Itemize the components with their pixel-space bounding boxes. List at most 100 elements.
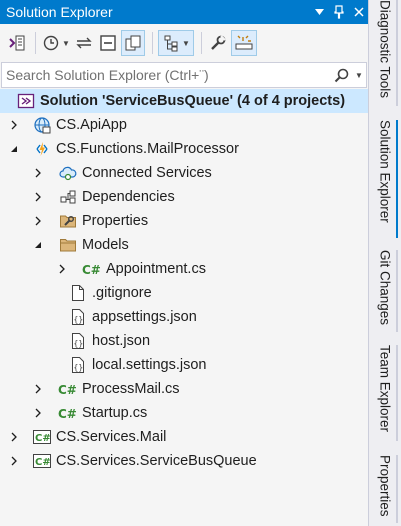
tree-item-cs-services-servicebusqueue[interactable]: C# CS.Services.ServiceBusQueue: [0, 449, 368, 473]
tab-git-changes[interactable]: Git Changes: [369, 250, 401, 332]
tab-label: Git Changes: [377, 250, 393, 326]
properties-wrench-icon[interactable]: [207, 30, 229, 56]
sync-with-active-document-icon[interactable]: [73, 30, 95, 56]
window-position-dropdown-icon[interactable]: [310, 0, 328, 24]
tree-item-startup-cs[interactable]: C# Startup.cs: [0, 401, 368, 425]
csharp-file-icon: C#: [58, 401, 78, 425]
csharp-file-icon: C#: [58, 377, 78, 401]
tree-item-label: CS.ApiApp: [56, 117, 127, 133]
search-box[interactable]: ▼: [1, 62, 367, 88]
dependencies-icon: [58, 185, 78, 209]
no-expander: [56, 329, 68, 353]
tree-item-label: Appointment.cs: [106, 261, 206, 277]
show-all-files-icon[interactable]: [121, 30, 145, 56]
expand-arrow-icon[interactable]: [8, 425, 20, 449]
azure-functions-bolt-icon: [32, 137, 52, 161]
expand-arrow-icon[interactable]: [32, 185, 44, 209]
visual-studio-solution-icon: [16, 89, 36, 113]
toolbar: ▼ ▼: [0, 24, 368, 62]
collapse-arrow-icon[interactable]: [8, 137, 20, 161]
pending-changes-filter-icon[interactable]: ▼: [41, 30, 71, 56]
folder-open-icon: [58, 233, 78, 257]
tree-item-label: local.settings.json: [92, 357, 207, 373]
tree-item-label: Solution 'ServiceBusQueue' (4 of 4 proje…: [40, 93, 346, 109]
tree-item-properties[interactable]: Properties: [0, 209, 368, 233]
tab-label: Team Explorer: [377, 345, 393, 433]
side-tool-tabs: Diagnostic Tools Solution Explorer Git C…: [369, 0, 401, 526]
tree-item-models[interactable]: Models: [0, 233, 368, 257]
tab-properties[interactable]: Properties: [369, 455, 401, 523]
tree-item-processmail-cs[interactable]: C# ProcessMail.cs: [0, 377, 368, 401]
tab-solution-explorer[interactable]: Solution Explorer: [369, 120, 401, 238]
search-icon[interactable]: [330, 68, 352, 83]
json-file-icon: {}: [68, 305, 88, 329]
web-project-globe-icon: [32, 113, 52, 137]
csharp-project-icon: C#: [32, 449, 52, 473]
svg-text:{}: {}: [74, 363, 84, 372]
tree-item-label: Dependencies: [82, 189, 175, 205]
text-file-icon: [68, 281, 88, 305]
svg-text:C#: C#: [58, 383, 77, 397]
json-file-icon: {}: [68, 329, 88, 353]
properties-tree-icon[interactable]: ▼: [158, 30, 194, 56]
tree-item-label: appsettings.json: [92, 309, 197, 325]
tree-item-label: Properties: [82, 213, 149, 229]
svg-text:C#: C#: [82, 263, 101, 277]
tab-label: Diagnostic Tools: [377, 0, 393, 99]
expand-arrow-icon[interactable]: [8, 449, 20, 473]
tab-indicator: [396, 345, 398, 441]
tree-item-label: Startup.cs: [82, 405, 148, 421]
tree-item-label: host.json: [92, 333, 151, 349]
tree-item-cs-services-mail[interactable]: C# CS.Services.Mail: [0, 425, 368, 449]
expand-arrow-icon[interactable]: [32, 209, 44, 233]
tree-item-host-json[interactable]: {} host.json: [0, 329, 368, 353]
tree-item-label: ProcessMail.cs: [82, 381, 180, 397]
svg-text:C#: C#: [35, 457, 51, 468]
tree-item-label: CS.Services.ServiceBusQueue: [56, 453, 257, 469]
tree-item-cs-apiapp[interactable]: CS.ApiApp: [0, 113, 368, 137]
tab-team-explorer[interactable]: Team Explorer: [369, 345, 401, 441]
switch-views-icon[interactable]: [6, 30, 28, 56]
expand-arrow-icon[interactable]: [8, 113, 20, 137]
csharp-project-icon: C#: [32, 425, 52, 449]
window-title: Solution Explorer: [6, 4, 113, 20]
collapse-arrow-icon[interactable]: [32, 233, 44, 257]
toolbar-separator: [35, 32, 36, 54]
tree-item-appsettings-json[interactable]: {} appsettings.json: [0, 305, 368, 329]
no-expander: [56, 353, 68, 377]
solution-tree: Solution 'ServiceBusQueue' (4 of 4 proje…: [0, 89, 368, 473]
svg-text:{}: {}: [74, 315, 84, 324]
collapse-all-icon[interactable]: [97, 30, 119, 56]
tree-item-connected-services[interactable]: Connected Services: [0, 161, 368, 185]
svg-text:{}: {}: [74, 339, 84, 348]
no-expander: [4, 89, 16, 113]
tree-item-local-settings-json[interactable]: {} local.settings.json: [0, 353, 368, 377]
no-expander: [56, 281, 68, 305]
expand-arrow-icon[interactable]: [56, 257, 68, 281]
csharp-file-icon: C#: [82, 257, 102, 281]
tree-item-label: Connected Services: [82, 165, 212, 181]
close-icon[interactable]: [350, 0, 368, 24]
expand-arrow-icon[interactable]: [32, 377, 44, 401]
tree-item-gitignore[interactable]: .gitignore: [0, 281, 368, 305]
tab-indicator: [396, 250, 398, 332]
preview-selected-items-icon[interactable]: [231, 30, 257, 56]
tree-item-dependencies[interactable]: Dependencies: [0, 185, 368, 209]
tree-item-solution[interactable]: Solution 'ServiceBusQueue' (4 of 4 proje…: [0, 89, 368, 113]
auto-hide-pin-icon[interactable]: [330, 0, 348, 24]
tab-diagnostic-tools[interactable]: Diagnostic Tools: [369, 0, 401, 106]
search-input[interactable]: [2, 67, 330, 83]
tab-label: Properties: [377, 455, 393, 517]
tree-item-label: Models: [82, 237, 129, 253]
tree-item-label: .gitignore: [92, 285, 152, 301]
svg-text:C#: C#: [58, 407, 77, 421]
tree-item-cs-functions-mailprocessor[interactable]: CS.Functions.MailProcessor: [0, 137, 368, 161]
tree-item-appointment-cs[interactable]: C# Appointment.cs: [0, 257, 368, 281]
toolbar-separator: [152, 32, 153, 54]
expand-arrow-icon[interactable]: [32, 401, 44, 425]
svg-text:C#: C#: [35, 433, 51, 444]
expand-arrow-icon[interactable]: [32, 161, 44, 185]
search-options-dropdown-icon[interactable]: ▼: [352, 71, 366, 80]
title-bar: Solution Explorer: [0, 0, 368, 24]
properties-folder-wrench-icon: [58, 209, 78, 233]
